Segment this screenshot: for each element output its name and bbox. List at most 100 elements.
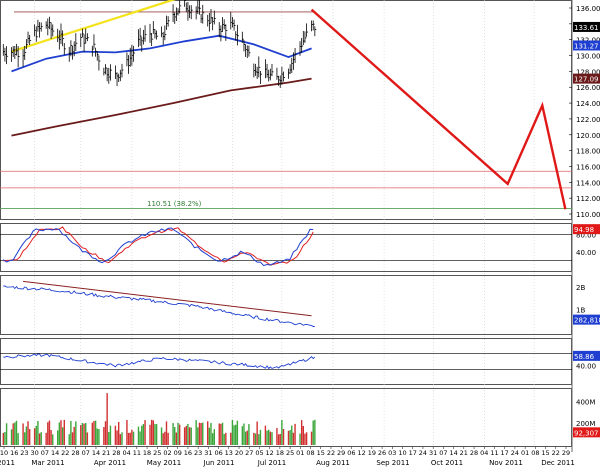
main-ytick-label: 116.00 [576, 163, 600, 171]
main-ytick-label: 120.00 [576, 132, 600, 140]
x-day-label: 20 [235, 449, 243, 457]
volume-bar [103, 427, 105, 445]
x-day-label: 14 [51, 449, 59, 457]
x-month-label: Nov 2011 [489, 459, 523, 467]
x-day-label: 19 [368, 449, 376, 457]
volume-bar [52, 434, 54, 445]
x-day-label: 16 [184, 449, 192, 457]
volume-bar [248, 424, 250, 445]
x-day-label: 21 [102, 449, 110, 457]
volume-bar [117, 421, 120, 445]
x-day-label: 04 [122, 449, 130, 457]
volume-bar [233, 425, 235, 445]
volume-bar [195, 420, 197, 445]
obv-ytick-label: 1B [576, 307, 585, 315]
volume-bar [91, 422, 94, 445]
volume-bar [45, 432, 47, 445]
volume-bar [37, 421, 39, 445]
x-day-label: 23 [20, 449, 28, 457]
volume-bar [60, 420, 62, 445]
volume-bar [4, 431, 6, 445]
tag-stoch: 94.98 [574, 226, 594, 234]
volume-bar [246, 430, 248, 445]
volume-bar [177, 422, 179, 445]
volume-bar [300, 420, 303, 445]
volume-bar [73, 426, 75, 445]
volume-bar [279, 433, 281, 445]
volume-bar [312, 420, 314, 445]
rsi-ytick-label: 40.00 [576, 363, 596, 371]
volume-bar [213, 429, 215, 445]
x-month-label: Jul 2011 [257, 459, 287, 467]
x-day-label: 10 [0, 449, 8, 457]
volume-bar [83, 423, 85, 445]
volume-bar [154, 424, 156, 445]
volume-bar [108, 431, 110, 445]
tag-ma50: 131.27 [574, 42, 599, 50]
volume-bar [264, 425, 267, 445]
x-day-label: 05 [255, 449, 263, 457]
volume-bar [164, 431, 166, 445]
volume-bar [70, 420, 72, 445]
volume-bar [254, 433, 257, 445]
volume-bar [282, 429, 285, 445]
volume-bar [80, 425, 82, 445]
volume-bar [174, 427, 176, 445]
volume-bar [202, 422, 204, 445]
panel-frame-main [0, 0, 572, 220]
x-day-label: 26 [378, 449, 386, 457]
volume-bar [310, 431, 313, 445]
volume-bar [24, 432, 26, 445]
volume-bar [208, 427, 211, 445]
volume-bar [27, 421, 29, 445]
x-month-label: Aug 2011 [316, 459, 350, 467]
volume-bar [126, 420, 128, 445]
volume-bar [200, 423, 202, 445]
x-day-label: 24 [511, 449, 519, 457]
volume-bar [160, 427, 163, 445]
volume-bar [291, 425, 293, 445]
chart-svg: 136.00134.00132.00130.00128.00126.00124.… [0, 0, 600, 467]
volume-bar [259, 429, 262, 445]
x-day-label: 28 [71, 449, 79, 457]
volume-bar [167, 432, 169, 445]
volume-bar [86, 432, 89, 445]
x-day-label: 25 [286, 449, 294, 457]
volume-bar [14, 422, 16, 445]
volume-bar [292, 432, 295, 445]
x-day-label: 08 [531, 449, 539, 457]
volume-bar [223, 433, 225, 445]
volume-bar [178, 424, 181, 445]
volume-bar [152, 420, 155, 445]
x-day-label: 29 [562, 449, 570, 457]
main-ytick-label: 126.00 [576, 84, 600, 92]
x-day-label: 06 [347, 449, 355, 457]
volume-bar [253, 432, 255, 445]
x-day-label: 07 [41, 449, 49, 457]
volume-bar [172, 423, 174, 445]
volume-bar [258, 434, 260, 445]
volume-bar [299, 433, 301, 445]
volume-bar [119, 434, 122, 445]
volume-bar [48, 420, 51, 445]
volume-bar [162, 433, 164, 445]
volume-bar [144, 420, 146, 445]
volume-bar [114, 425, 117, 445]
x-day-label: 13 [225, 449, 233, 457]
x-month-label: 2011 [0, 459, 15, 467]
volume-bar [267, 429, 270, 445]
volume-bar [305, 432, 308, 445]
volume-bar [256, 421, 258, 445]
x-day-label: 10 [398, 449, 406, 457]
volume-bar [116, 430, 118, 445]
volume-bar [218, 423, 220, 445]
volume-bar [150, 419, 153, 445]
volume-bar [276, 428, 278, 445]
volume-bar [241, 426, 244, 445]
volume-bar [25, 426, 28, 445]
x-day-label: 11 [490, 449, 498, 457]
volume-bar [141, 425, 143, 445]
volume-bar [121, 432, 123, 445]
volume-bar [132, 431, 135, 445]
volume-bar [165, 421, 168, 445]
